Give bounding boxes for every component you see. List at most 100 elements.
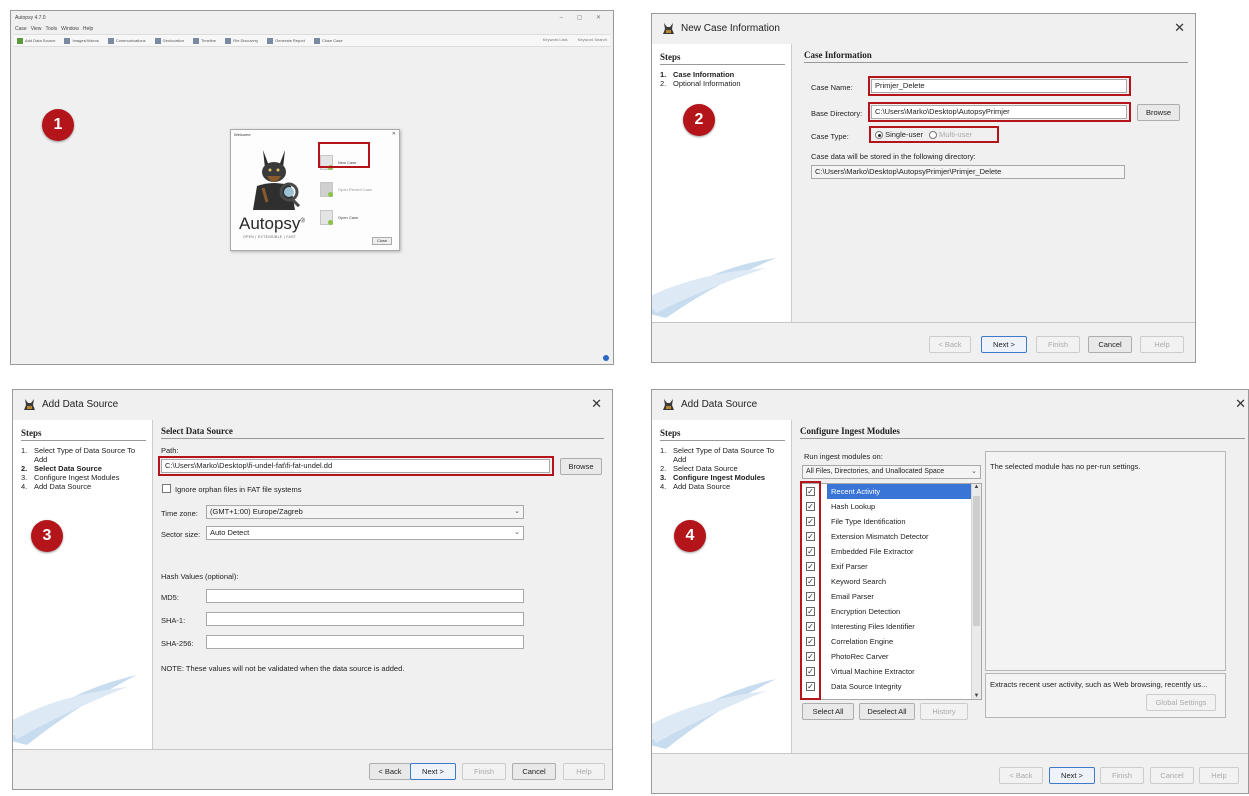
finish-button[interactable]: Finish [462, 763, 506, 780]
deselect-all-button[interactable]: Deselect All [859, 703, 915, 720]
step-item: 3. Configure Ingest Modules [660, 473, 766, 482]
step-item: 4. Add Data Source [21, 482, 92, 491]
back-button[interactable]: < Back [369, 763, 411, 780]
info-icon[interactable] [603, 355, 609, 361]
module-row[interactable]: ✓ Keyword Search [802, 574, 971, 589]
menu-tools[interactable]: Tools [45, 26, 57, 32]
select-all-button[interactable]: Select All [802, 703, 854, 720]
run-on-select[interactable]: All Files, Directories, and Unallocated … [802, 465, 981, 479]
ignore-orphan-label: Ignore orphan files in FAT file systems [175, 485, 302, 494]
new-case-information-dialog: New Case Information ✕ Steps 1. Case Info… [651, 13, 1196, 363]
case-type-highlight [869, 126, 999, 143]
menu-case[interactable]: Case [15, 26, 27, 32]
history-button[interactable]: History [920, 703, 968, 720]
dialog-footer: < Back Next > Finish Cancel Help [13, 749, 612, 789]
menu-window[interactable]: Window [61, 26, 79, 32]
keyword-search-button[interactable]: Keyword Search [578, 37, 607, 42]
scrollbar-thumb[interactable] [973, 496, 980, 626]
module-row[interactable]: ✓ Exif Parser [802, 559, 971, 574]
toolbar-file-discovery[interactable]: File Discovery [224, 37, 258, 44]
configure-ingest-section: Configure Ingest Modules [800, 426, 1245, 447]
cancel-button[interactable]: Cancel [1088, 336, 1132, 353]
open-case-icon [320, 210, 333, 225]
module-row[interactable]: ✓ Extension Mismatch Detector [802, 529, 971, 544]
next-button[interactable]: Next > [1049, 767, 1095, 784]
sha256-label: SHA-256: [161, 639, 194, 648]
open-recent-case-option[interactable]: Open Recent Case [320, 182, 372, 197]
md5-input[interactable] [206, 589, 524, 603]
sha256-input[interactable] [206, 635, 524, 649]
browse-button[interactable]: Browse [1137, 104, 1180, 121]
menu-view[interactable]: View [31, 26, 42, 32]
browse-button[interactable]: Browse [560, 458, 602, 475]
help-button[interactable]: Help [1199, 767, 1239, 784]
keyword-lists-button[interactable]: Keyword Lists [543, 37, 568, 42]
module-row[interactable]: ✓ Recent Activity [802, 484, 971, 499]
select-data-source-section: Select Data Source [161, 426, 604, 447]
cancel-button[interactable]: Cancel [512, 763, 556, 780]
module-row[interactable]: ✓ Correlation Engine [802, 634, 971, 649]
open-case-label: Open Case [338, 215, 359, 220]
module-row[interactable]: ✓ Interesting Files Identifier [802, 619, 971, 634]
module-row[interactable]: ✓ Embedded File Extractor [802, 544, 971, 559]
menu-help[interactable]: Help [83, 26, 93, 32]
toolbar-add-data-source[interactable]: Add Data Source [17, 37, 55, 44]
help-button[interactable]: Help [563, 763, 605, 780]
time-zone-select[interactable]: (GMT+1:00) Europe/Zagreb ⌄ [206, 505, 524, 519]
dialog-title: Add Data Source [23, 398, 118, 411]
scroll-down-icon[interactable]: ▼ [972, 693, 981, 699]
next-button[interactable]: Next > [981, 336, 1027, 353]
close-icon[interactable]: ✕ [1174, 20, 1185, 36]
module-row[interactable]: ✓ Email Parser [802, 589, 971, 604]
autopsy-wordmark: Autopsy® [239, 214, 305, 233]
global-settings-button[interactable]: Global Settings [1146, 694, 1216, 711]
md5-label: MD5: [161, 593, 179, 602]
autopsy-main-window: Autopsy 4.7.0 – ▢ ✕ Case View Tools Wind… [10, 10, 614, 365]
dialog-footer: < Back Next > Finish Cancel Help [652, 322, 1195, 362]
cancel-button[interactable]: Cancel [1150, 767, 1194, 784]
next-button[interactable]: Next > [410, 763, 456, 780]
step-item: 1. Select Type of Data Source To [21, 446, 136, 455]
module-row[interactable]: ✓ Encryption Detection [802, 604, 971, 619]
toolbar-geolocation[interactable]: Geolocation [154, 37, 184, 44]
toolbar: Add Data Source Images/Videos Communicat… [14, 34, 610, 47]
module-row[interactable]: ✓ Hash Lookup [802, 499, 971, 514]
help-button[interactable]: Help [1140, 336, 1184, 353]
no-settings-text: The selected module has no per-run setti… [990, 462, 1141, 471]
close-icon[interactable]: ✕ [392, 131, 396, 137]
ignore-orphan-checkbox[interactable] [162, 484, 171, 493]
toolbar-images-videos[interactable]: Images/Videos [64, 37, 99, 44]
sha1-input[interactable] [206, 612, 524, 626]
step-badge-1: 1 [42, 109, 74, 141]
toolbar-close-case[interactable]: Close Case [313, 37, 343, 44]
steps-header: Steps [21, 428, 146, 441]
module-row[interactable]: ✓ PhotoRec Carver [802, 649, 971, 664]
modules-scrollbar[interactable]: ▲ ▼ [971, 484, 981, 699]
module-row[interactable]: ✓ File Type Identification [802, 514, 971, 529]
finish-button[interactable]: Finish [1036, 336, 1080, 353]
toolbar-right: Keyword Lists Keyword Search [543, 37, 607, 42]
back-button[interactable]: < Back [999, 767, 1043, 784]
back-button[interactable]: < Back [929, 336, 971, 353]
module-checkboxes-highlight [800, 481, 821, 700]
toolbar-generate-report[interactable]: Generate Report [267, 37, 305, 44]
steps-header: Steps [660, 52, 785, 65]
scroll-up-icon[interactable]: ▲ [972, 484, 981, 490]
module-name: Keyword Search [831, 577, 887, 586]
close-icon[interactable]: ✕ [591, 396, 602, 412]
open-case-option[interactable]: Open Case [320, 210, 358, 225]
welcome-dialog: Welcome ✕ Autopsy® OPEN | EXTENSIBLE | F… [230, 129, 400, 251]
close-icon[interactable]: ✕ [1235, 396, 1246, 412]
plus-icon [17, 37, 23, 44]
toolbar-communications[interactable]: Communications [107, 37, 146, 44]
module-row[interactable]: ✓ Data Source Integrity [802, 679, 971, 694]
dialog-title: New Case Information [662, 22, 780, 35]
file-discovery-icon [224, 37, 231, 44]
finish-button[interactable]: Finish [1100, 767, 1144, 784]
toolbar-timeline[interactable]: Timeline [193, 37, 216, 44]
sector-size-select[interactable]: Auto Detect ⌄ [206, 526, 524, 540]
timeline-icon [193, 37, 200, 44]
window-controls[interactable]: – ▢ ✕ [560, 14, 607, 21]
module-row[interactable]: ✓ Virtual Machine Extractor [802, 664, 971, 679]
welcome-close-button[interactable]: Close [372, 237, 392, 245]
